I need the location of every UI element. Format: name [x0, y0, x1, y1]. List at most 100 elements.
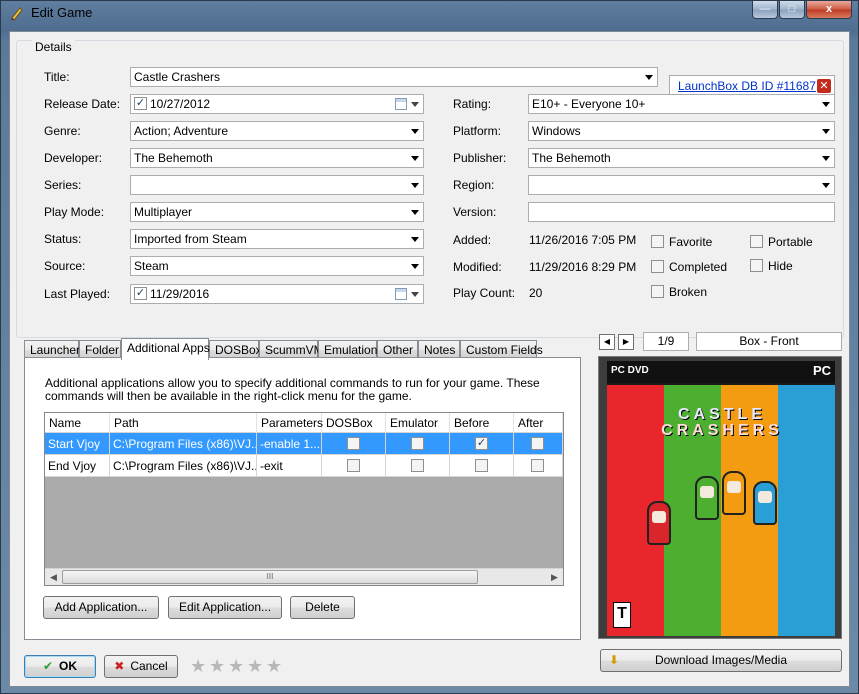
source-combo[interactable]: Steam — [130, 256, 424, 276]
region-combo[interactable] — [528, 175, 835, 195]
series-combo[interactable] — [130, 175, 424, 195]
horizontal-scrollbar[interactable]: ◀ III ▶ — [45, 568, 563, 585]
delete-button[interactable]: Delete — [290, 596, 355, 619]
genre-combo[interactable]: Action; Adventure — [130, 121, 424, 141]
chevron-down-icon — [822, 156, 830, 161]
scroll-left-icon[interactable]: ◀ — [45, 569, 62, 585]
last-played-picker[interactable]: ✓ 11/29/2016 — [130, 284, 424, 304]
details-legend: Details — [32, 40, 75, 54]
launchbox-db-link[interactable]: LaunchBox DB ID #11687 — [678, 79, 816, 93]
star-icon[interactable]: ★ — [209, 657, 227, 675]
edit-pencil-icon — [11, 7, 23, 21]
column-header-emulator[interactable]: Emulator — [386, 413, 450, 433]
add-application-button[interactable]: Add Application... — [43, 596, 159, 619]
status-value: Imported from Steam — [134, 232, 247, 246]
title-label: Title: — [44, 70, 70, 84]
favorite-checkbox[interactable] — [651, 235, 664, 248]
star-icon[interactable]: ★ — [266, 657, 284, 675]
chevron-down-icon — [822, 102, 830, 107]
emulator-checkbox[interactable] — [411, 437, 424, 450]
cover-top-bar: PC DVD — [607, 361, 835, 383]
cell-after — [514, 433, 563, 455]
portable-checkbox[interactable] — [750, 235, 763, 248]
star-icon[interactable]: ★ — [228, 657, 246, 675]
download-arrow-icon: ⬇ — [609, 653, 620, 667]
scroll-thumb[interactable]: III — [62, 570, 478, 584]
platform-label: Platform: — [453, 124, 502, 138]
title-bar[interactable]: Edit Game — □ x — [1, 1, 858, 25]
publisher-combo[interactable]: The Behemoth — [528, 148, 835, 168]
ok-button[interactable]: ✔ OK — [24, 655, 96, 678]
cover-platform-text: PC DVD — [611, 365, 649, 376]
last-played-checkbox[interactable]: ✓ — [134, 287, 147, 300]
title-value: Castle Crashers — [134, 70, 221, 84]
details-group: Details Title: Castle Crashers LaunchBox… — [16, 40, 844, 338]
hide-checkbox[interactable] — [750, 259, 763, 272]
completed-checkbox[interactable] — [651, 260, 664, 273]
before-checkbox[interactable]: ✓ — [475, 437, 488, 450]
title-combo[interactable]: Castle Crashers — [130, 67, 658, 87]
download-images-label: Download Images/Media — [654, 653, 788, 667]
column-header-before[interactable]: Before — [450, 413, 514, 433]
play-mode-combo[interactable]: Multiplayer — [130, 202, 424, 222]
last-played-label: Last Played: — [44, 287, 111, 301]
developer-value: The Behemoth — [134, 151, 213, 165]
image-preview[interactable]: PC DVD PC CASTLE CRASHERS T — [598, 356, 842, 639]
play-mode-label: Play Mode: — [44, 205, 105, 219]
status-combo[interactable]: Imported from Steam — [130, 229, 424, 249]
column-header-after[interactable]: After — [514, 413, 563, 433]
chevron-down-icon — [411, 156, 419, 161]
version-input[interactable] — [528, 202, 835, 222]
close-window-button[interactable]: x — [806, 1, 852, 19]
previous-image-icon[interactable]: ◀ — [599, 334, 615, 350]
column-header-path[interactable]: Path — [110, 413, 257, 433]
developer-combo[interactable]: The Behemoth — [130, 148, 424, 168]
star-icon[interactable]: ★ — [247, 657, 265, 675]
cancel-button[interactable]: ✖ Cancel — [104, 655, 178, 678]
after-checkbox[interactable] — [531, 437, 544, 450]
calendar-icon[interactable] — [395, 98, 407, 110]
clear-db-icon[interactable]: ✕ — [817, 79, 831, 93]
column-header-parameters[interactable]: Parameters — [257, 413, 323, 433]
broken-checkbox[interactable] — [651, 285, 664, 298]
star-icon[interactable]: ★ — [190, 657, 208, 675]
chevron-down-icon — [645, 75, 653, 80]
chevron-down-icon — [411, 183, 419, 188]
table-row[interactable]: End Vjoy C:\Program Files (x86)\VJ... -e… — [45, 455, 563, 477]
play-count-label: Play Count: — [453, 286, 516, 300]
tab-additional-apps[interactable]: Additional Apps — [121, 338, 210, 360]
column-header-dosbox[interactable]: DOSBox — [322, 413, 386, 433]
platform-value: Windows — [532, 124, 581, 138]
cell-dosbox — [322, 433, 386, 455]
rating-label: Rating: — [453, 97, 492, 111]
edit-application-button[interactable]: Edit Application... — [168, 596, 282, 619]
source-label: Source: — [44, 259, 86, 273]
minimize-button[interactable]: — — [752, 1, 778, 19]
maximize-button[interactable]: □ — [779, 1, 805, 19]
version-label: Version: — [453, 205, 497, 219]
after-checkbox[interactable] — [531, 459, 544, 472]
rating-value: E10+ - Everyone 10+ — [532, 97, 646, 111]
platform-combo[interactable]: Windows — [528, 121, 835, 141]
cell-after — [514, 455, 563, 477]
column-header-name[interactable]: Name — [45, 413, 110, 433]
release-date-picker[interactable]: ✓ 10/27/2012 — [130, 94, 424, 114]
scroll-right-icon[interactable]: ▶ — [546, 569, 563, 585]
rating-combo[interactable]: E10+ - Everyone 10+ — [528, 94, 835, 114]
dosbox-checkbox[interactable] — [347, 459, 360, 472]
calendar-icon[interactable] — [395, 288, 407, 300]
chevron-down-icon — [411, 292, 419, 297]
download-images-button[interactable]: ⬇ Download Images/Media — [600, 649, 842, 672]
release-date-checkbox[interactable]: ✓ — [134, 97, 147, 110]
ok-label: OK — [59, 659, 78, 673]
before-checkbox[interactable] — [475, 459, 488, 472]
cover-pc-logo: PC — [812, 363, 831, 378]
next-image-icon[interactable]: ▶ — [618, 334, 634, 350]
publisher-value: The Behemoth — [532, 151, 611, 165]
series-label: Series: — [44, 178, 82, 192]
emulator-checkbox[interactable] — [411, 459, 424, 472]
cell-path: C:\Program Files (x86)\VJ... — [110, 433, 257, 455]
dosbox-checkbox[interactable] — [347, 437, 360, 450]
table-row[interactable]: Start Vjoy C:\Program Files (x86)\VJ... … — [45, 433, 563, 455]
cell-path: C:\Program Files (x86)\VJ... — [110, 455, 257, 477]
